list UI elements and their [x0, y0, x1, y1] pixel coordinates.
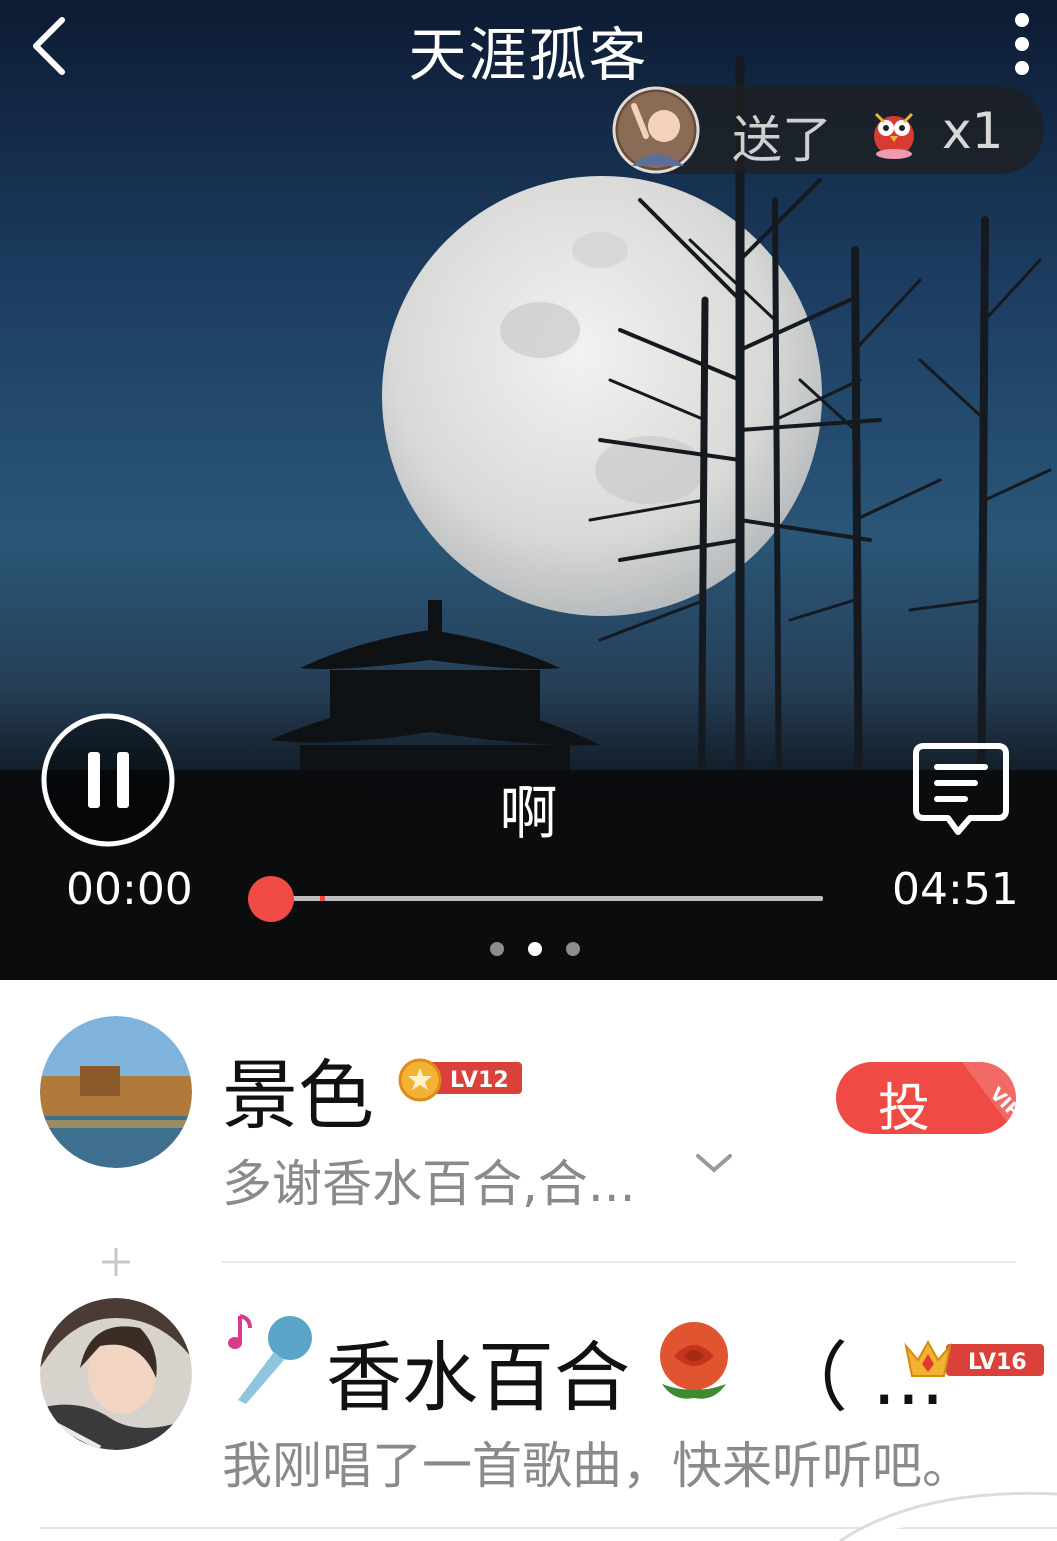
level-badge-text: LV16 — [968, 1350, 1027, 1375]
song-cover-player: 天涯孤客 送了 x1 啊 00:00 04:51 — [0, 0, 1057, 980]
progress-track[interactable] — [270, 896, 823, 901]
level-badge: LV12 — [398, 1058, 522, 1102]
lyrics-bubble-icon — [913, 743, 1009, 835]
plus-icon — [102, 1248, 130, 1276]
rose-icon — [660, 1322, 728, 1399]
level-badge-text: LV12 — [450, 1068, 509, 1093]
current-lyric: 啊 — [499, 779, 558, 847]
current-time: 00:00 — [66, 864, 193, 915]
vip-ribbon-icon: VIP — [962, 1062, 1016, 1134]
progress-marker — [320, 896, 325, 901]
progress-thumb[interactable] — [248, 876, 294, 922]
gift-sender-avatar[interactable] — [612, 86, 700, 174]
microphone-icon — [228, 1314, 312, 1404]
commenter-name[interactable]: 景色 — [222, 1034, 374, 1144]
owl-gift-icon — [874, 112, 914, 159]
more-options-button[interactable] — [1000, 10, 1044, 80]
level-badge: LV16 — [904, 1339, 1044, 1377]
gift-notification: 送了 x1 — [612, 86, 1044, 174]
commenter-name[interactable]: 香水百合 — [326, 1316, 630, 1426]
vote-button[interactable]: 投 VIP — [836, 1062, 1016, 1134]
page-indicator — [488, 940, 584, 960]
page-dot-active[interactable] — [528, 942, 542, 956]
page-dot[interactable] — [566, 942, 580, 956]
gift-count: x1 — [942, 102, 1004, 160]
vote-button-label: 投 — [878, 1079, 931, 1134]
chevron-left-icon — [33, 17, 65, 75]
lyrics-button[interactable] — [910, 740, 1012, 838]
more-vertical-icon — [1015, 13, 1029, 75]
total-time: 04:51 — [892, 864, 1019, 915]
comment-divider — [222, 1261, 1016, 1263]
gift-sent-label: 送了 — [732, 111, 832, 169]
chevron-down-icon[interactable] — [694, 1150, 734, 1176]
song-title: 天涯孤客 — [408, 21, 649, 89]
user-avatar[interactable] — [40, 1016, 192, 1168]
back-button[interactable] — [24, 14, 84, 78]
user-avatar[interactable] — [40, 1298, 192, 1450]
comment-message: 多谢香水百合,合... — [222, 1155, 636, 1213]
page-dot[interactable] — [490, 942, 504, 956]
floating-button-edge[interactable] — [820, 1488, 1057, 1541]
